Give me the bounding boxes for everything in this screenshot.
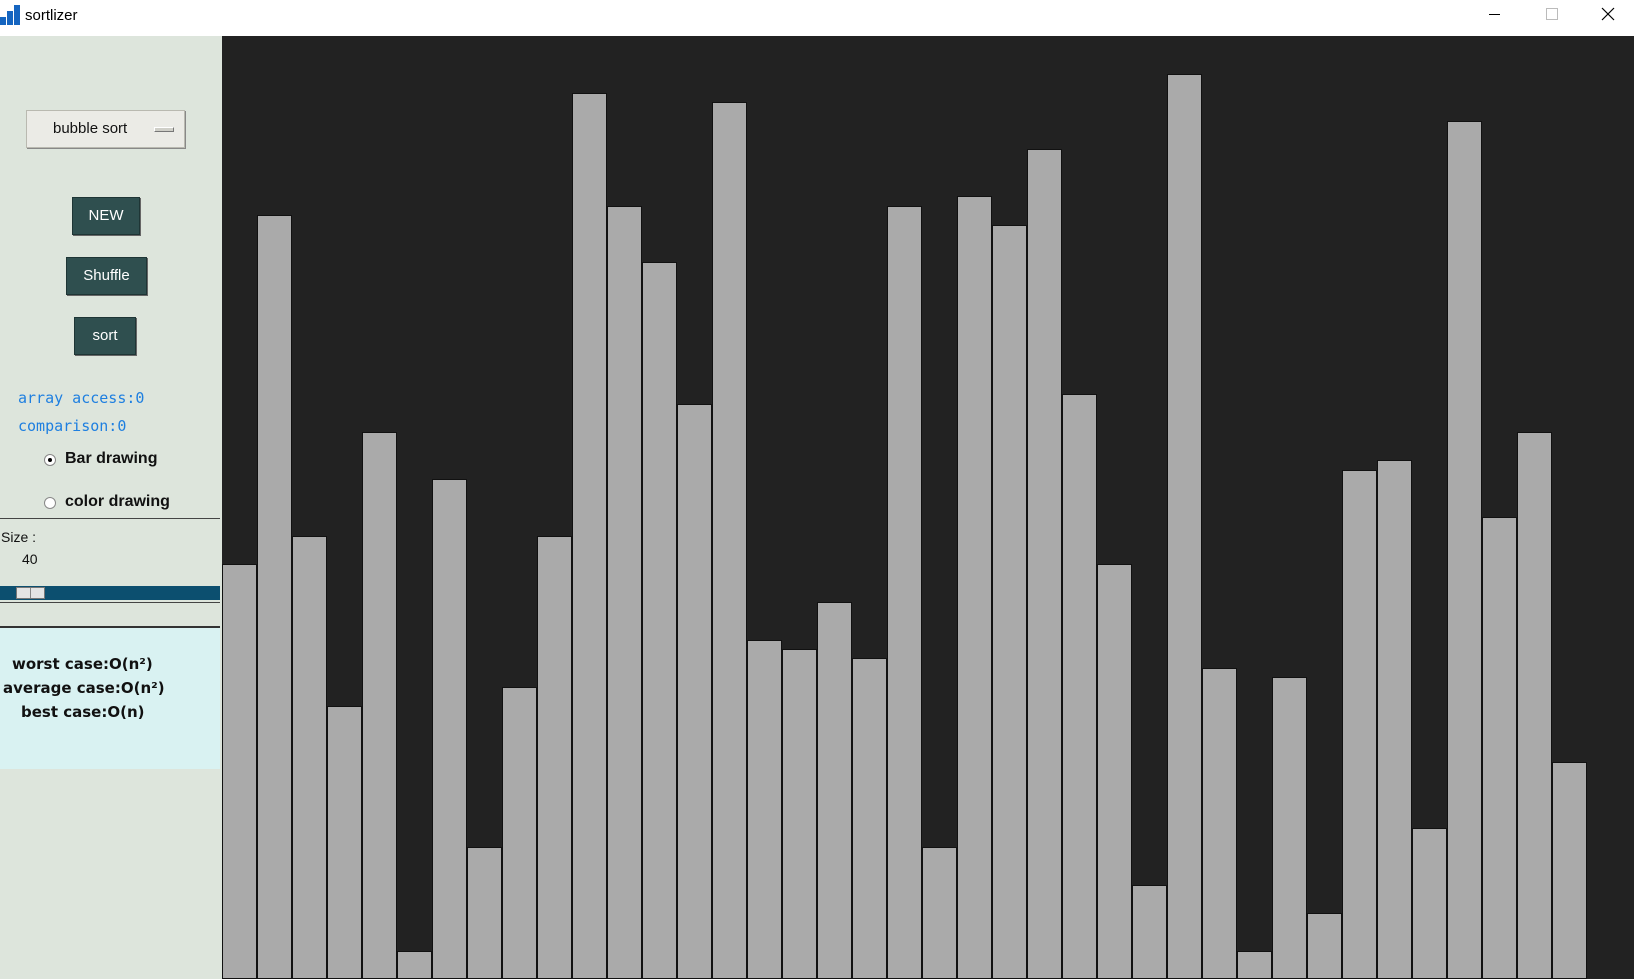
color-drawing-label: color drawing	[65, 493, 170, 510]
control-panel: bubble sort NEW Shuffle sort array acces…	[0, 36, 222, 979]
algorithm-select[interactable]: bubble sort	[26, 110, 185, 148]
array-bar	[1307, 913, 1342, 979]
minimize-button[interactable]	[1466, 0, 1522, 30]
array-bar	[572, 93, 607, 979]
array-bar	[1412, 828, 1447, 979]
dropdown-indicator-icon	[154, 127, 174, 132]
array-bar	[502, 687, 537, 979]
close-button[interactable]	[1580, 0, 1634, 30]
array-bar	[957, 196, 992, 979]
bar-chart-app-icon	[0, 5, 20, 25]
sort-visualization-canvas	[222, 36, 1634, 979]
average-case-complexity: average case:O(n²)	[3, 679, 165, 697]
array-bar	[1447, 121, 1482, 979]
array-bar	[1167, 74, 1202, 979]
window-title: sortlizer	[25, 7, 78, 24]
array-bar	[677, 404, 712, 979]
close-icon	[1601, 7, 1615, 21]
divider	[0, 518, 220, 519]
minimize-icon	[1489, 14, 1500, 15]
array-bar	[782, 649, 817, 979]
size-slider-handle[interactable]	[16, 587, 45, 599]
array-bar	[327, 706, 362, 979]
bar-drawing-label: Bar drawing	[65, 450, 158, 467]
title-bar: sortlizer	[0, 0, 1634, 34]
array-bar	[1482, 517, 1517, 979]
array-bar	[1202, 668, 1237, 979]
array-bar	[922, 847, 957, 979]
bar-drawing-radio[interactable]	[44, 454, 56, 466]
shuffle-button[interactable]: Shuffle	[66, 257, 147, 295]
array-bar	[1377, 460, 1412, 979]
array-bar	[1132, 885, 1167, 979]
array-bar	[1272, 677, 1307, 979]
array-bar	[607, 206, 642, 979]
size-label: Size :	[1, 529, 37, 545]
array-bar	[887, 206, 922, 979]
array-bar	[817, 602, 852, 979]
array-bar	[1517, 432, 1552, 979]
array-bar	[1552, 762, 1587, 979]
array-bar	[1027, 149, 1062, 979]
array-bar	[257, 215, 292, 979]
array-bar	[712, 102, 747, 979]
array-bar	[642, 262, 677, 979]
complexity-panel: worst case:O(n²) average case:O(n²) best…	[0, 628, 220, 769]
color-drawing-radio[interactable]	[44, 497, 56, 509]
worst-case-complexity: worst case:O(n²)	[12, 655, 153, 673]
array-bar	[432, 479, 467, 979]
array-bar	[467, 847, 502, 979]
array-bar	[852, 658, 887, 979]
array-bar	[747, 640, 782, 979]
new-array-button[interactable]: NEW	[72, 197, 140, 235]
best-case-complexity: best case:O(n)	[21, 703, 145, 721]
maximize-button[interactable]	[1524, 0, 1580, 30]
array-bar	[1237, 951, 1272, 979]
array-bar	[397, 951, 432, 979]
array-bar	[992, 225, 1027, 979]
array-bar	[362, 432, 397, 979]
array-bar	[1342, 470, 1377, 979]
maximize-icon	[1546, 8, 1558, 20]
sort-button[interactable]: sort	[74, 317, 136, 355]
array-bar	[1097, 564, 1132, 979]
comparison-counter: comparison:0	[18, 417, 127, 435]
divider	[0, 602, 220, 603]
array-bar	[1062, 394, 1097, 979]
size-value: 40	[22, 551, 38, 567]
array-access-counter: array access:0	[18, 389, 145, 407]
array-bar	[292, 536, 327, 979]
algorithm-select-value: bubble sort	[53, 120, 128, 137]
array-bar	[222, 564, 257, 979]
array-bar	[537, 536, 572, 979]
